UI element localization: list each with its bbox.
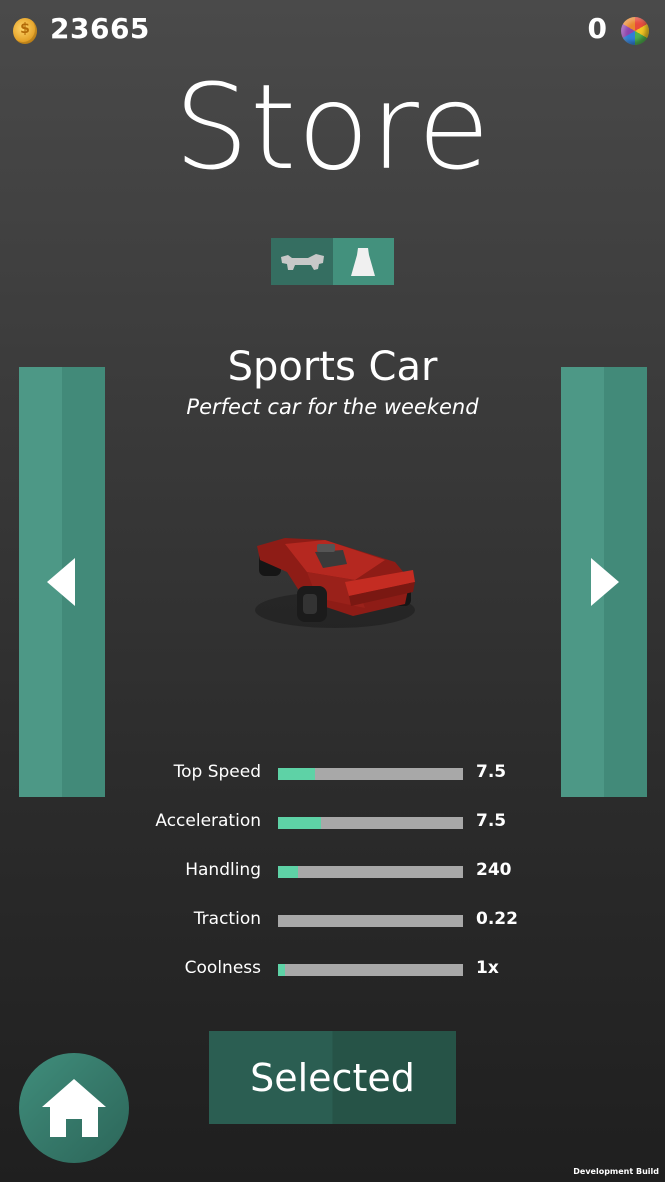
sports-car-model xyxy=(255,538,415,628)
stat-bar-fill xyxy=(278,964,286,976)
car-icon xyxy=(280,253,324,270)
gem-ball-icon xyxy=(621,17,649,45)
stat-row: Handling 240 xyxy=(133,860,533,884)
stat-label: Top Speed xyxy=(173,762,261,782)
stat-value: 240 xyxy=(476,860,512,880)
stat-bar xyxy=(278,817,463,829)
stat-value: 7.5 xyxy=(476,762,507,782)
stat-row: Acceleration 7.5 xyxy=(133,811,533,835)
gem-count: 0 xyxy=(587,12,607,45)
home-button[interactable] xyxy=(19,1053,129,1163)
stat-row: Top Speed 7.5 xyxy=(133,762,533,786)
development-build-label: Development Build xyxy=(573,1167,659,1176)
coin-icon: $ xyxy=(13,18,37,44)
stat-value: 1x xyxy=(476,958,499,978)
previous-item-button[interactable] xyxy=(19,367,105,797)
stat-row: Traction 0.22 xyxy=(133,909,533,933)
stat-label: Handling xyxy=(185,860,261,880)
stat-label: Traction xyxy=(193,909,261,929)
home-icon xyxy=(42,1079,106,1137)
stat-value: 7.5 xyxy=(476,811,507,831)
page-title: Store xyxy=(174,58,491,196)
stat-bar-fill xyxy=(278,768,315,780)
arrow-left-icon xyxy=(47,558,75,606)
coin-count: 23665 xyxy=(50,12,150,45)
select-car-button[interactable]: Selected xyxy=(209,1031,456,1124)
stats-panel: Top Speed 7.5 Acceleration 7.5 Handling 240 Tr… xyxy=(133,748,533,993)
stat-label: Coolness xyxy=(184,958,261,978)
stat-bar-fill xyxy=(278,817,321,829)
stat-bar xyxy=(278,915,463,927)
arrow-right-icon xyxy=(591,558,619,606)
stat-bar xyxy=(278,866,463,878)
category-toggle xyxy=(271,238,394,285)
stat-row: Coolness 1x xyxy=(133,958,533,982)
stat-value: 0.22 xyxy=(476,909,518,929)
car-preview xyxy=(245,520,425,640)
road-icon xyxy=(351,247,376,276)
next-item-button[interactable] xyxy=(561,367,647,797)
stat-bar-fill xyxy=(278,866,299,878)
tab-cars[interactable] xyxy=(271,238,333,285)
stat-label: Acceleration xyxy=(155,811,261,831)
stat-bar xyxy=(278,768,463,780)
stat-bar xyxy=(278,964,463,976)
tab-roads[interactable] xyxy=(332,238,394,285)
